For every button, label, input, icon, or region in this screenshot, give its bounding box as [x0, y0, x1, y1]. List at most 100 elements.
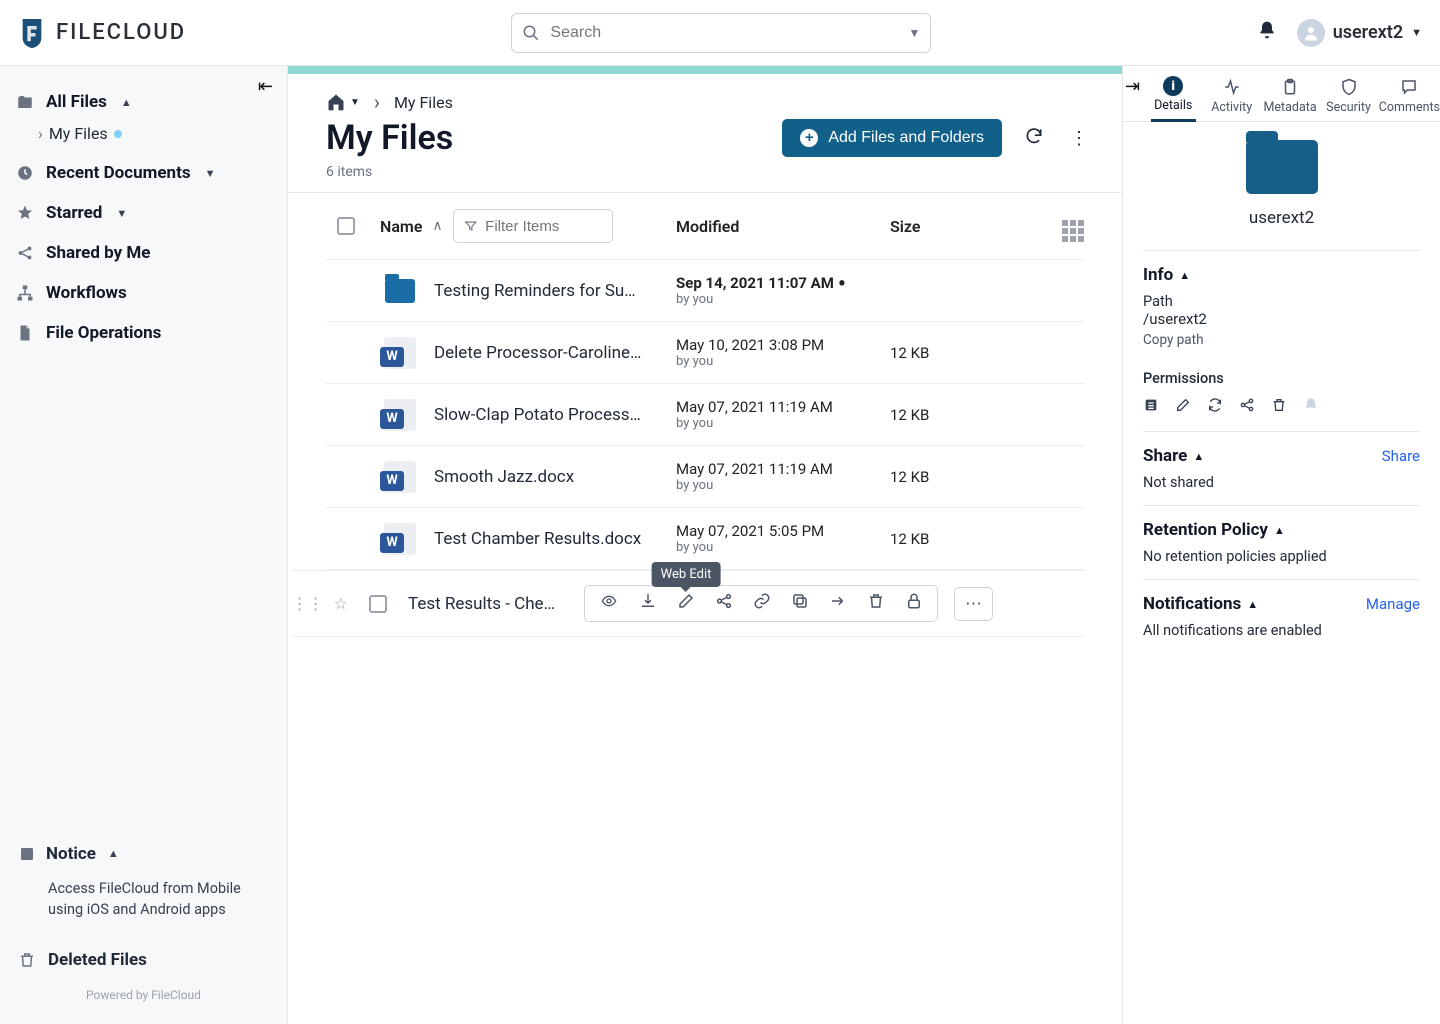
star-icon — [16, 204, 34, 222]
lock-button[interactable] — [905, 592, 923, 615]
select-all-checkbox[interactable] — [337, 217, 355, 235]
word-doc-icon: W — [384, 523, 416, 555]
nav-all-files[interactable]: All Files ▲ — [10, 82, 277, 122]
share-button[interactable] — [715, 592, 733, 615]
nav-workflows[interactable]: Workflows — [10, 273, 277, 313]
search-icon — [522, 24, 540, 42]
search-input[interactable] — [540, 24, 908, 42]
nav-starred[interactable]: Starred ▼ — [10, 193, 277, 233]
web-edit-button[interactable]: Web Edit — [677, 592, 695, 615]
sync-dot-icon — [114, 130, 122, 138]
tab-security[interactable]: Security — [1320, 72, 1376, 121]
breadcrumb-home[interactable]: ▼ — [326, 92, 360, 112]
filter-input[interactable] — [485, 218, 602, 235]
file-name[interactable]: Testing Reminders for Su… — [434, 281, 662, 301]
folder-icon — [16, 93, 34, 111]
nav-notice[interactable]: Notice ▲ — [14, 836, 273, 872]
note-icon — [18, 845, 36, 863]
chevron-right-icon: › — [38, 124, 43, 143]
file-size: 12 KB — [890, 468, 1010, 486]
table-row[interactable]: WSlow-Clap Potato Process…May 07, 2021 1… — [326, 383, 1084, 445]
refresh-button[interactable] — [1020, 122, 1048, 155]
share-body: Not shared — [1143, 474, 1420, 491]
nav-recent[interactable]: Recent Documents ▼ — [10, 153, 277, 193]
search-dropdown-caret[interactable]: ▼ — [909, 26, 921, 40]
expand-panel-button[interactable]: ⇥ — [1121, 74, 1144, 99]
page-title: My Files — [326, 118, 453, 158]
nav-file-operations[interactable]: File Operations — [10, 313, 277, 353]
table-row-hovered[interactable]: ⋮⋮ ☆ Test Results - Chel… Web Edit — [292, 570, 1084, 637]
user-menu[interactable]: userext2 ▼ — [1297, 19, 1422, 47]
progress-bar — [288, 66, 1122, 74]
col-size[interactable]: Size — [890, 217, 1010, 236]
row-checkbox[interactable] — [369, 595, 387, 613]
nav-my-files[interactable]: › My Files — [10, 124, 277, 143]
tab-details[interactable]: iDetails — [1145, 72, 1201, 121]
brand-logo[interactable]: FILECLOUD — [18, 16, 186, 50]
file-name[interactable]: Test Chamber Results.docx — [434, 529, 662, 549]
share-icon — [16, 244, 34, 262]
grid-view-toggle[interactable] — [1024, 211, 1084, 242]
col-modified[interactable]: Modified — [676, 217, 876, 236]
star-outline-icon[interactable]: ☆ — [334, 594, 348, 613]
add-files-button[interactable]: + Add Files and Folders — [782, 119, 1002, 157]
chevron-right-icon: › — [374, 90, 380, 114]
collapse-sidebar-button[interactable]: ⇤ — [252, 74, 279, 99]
tab-metadata[interactable]: Metadata — [1262, 72, 1318, 121]
clock-icon — [16, 164, 34, 182]
file-name[interactable]: Delete Processor-Caroline… — [434, 343, 662, 363]
sitemap-icon — [16, 284, 34, 302]
more-icon: ⋯ — [965, 594, 982, 614]
tab-activity[interactable]: Activity — [1203, 72, 1259, 121]
breadcrumb-current[interactable]: My Files — [394, 93, 453, 112]
table-row[interactable]: WDelete Processor-Caroline…May 10, 2021 … — [326, 321, 1084, 383]
notice-body: Access FileCloud from Mobile using iOS a… — [14, 872, 273, 940]
table-row[interactable]: Testing Reminders for Su…Sep 14, 2021 11… — [326, 259, 1084, 321]
bell-icon[interactable] — [1257, 20, 1277, 45]
plus-icon: + — [800, 129, 818, 147]
caret-up-icon[interactable]: ▲ — [1193, 450, 1204, 463]
file-name[interactable]: Test Results - Chel… — [408, 594, 568, 614]
copy-path[interactable]: Copy path — [1143, 332, 1420, 348]
col-name[interactable]: Name — [380, 217, 422, 236]
drag-handle-icon[interactable]: ⋮⋮ — [292, 594, 324, 613]
sort-asc-icon[interactable]: ∧ — [432, 218, 442, 234]
folder-preview-icon — [1246, 140, 1318, 194]
detail-tabs: iDetails Activity Metadata Security Comm… — [1123, 66, 1440, 122]
tab-comments[interactable]: Comments — [1379, 72, 1440, 121]
table-row[interactable]: WSmooth Jazz.docxMay 07, 2021 11:19 AMby… — [326, 445, 1084, 507]
table-row[interactable]: WTest Chamber Results.docxMay 07, 2021 5… — [326, 507, 1084, 570]
row-action-toolbar: Web Edit — [584, 585, 938, 622]
search-box[interactable]: ▼ — [511, 13, 931, 53]
caret-up-icon[interactable]: ▲ — [1179, 269, 1190, 282]
share-action[interactable]: Share — [1382, 447, 1420, 465]
caret-up-icon[interactable]: ▲ — [1247, 598, 1258, 611]
nav-deleted[interactable]: Deleted Files — [14, 939, 273, 980]
breadcrumb: ▼ › My Files — [288, 74, 1122, 116]
filter-box[interactable] — [453, 209, 613, 243]
move-button[interactable] — [829, 592, 847, 615]
link-button[interactable] — [753, 592, 771, 615]
download-button[interactable] — [639, 592, 657, 615]
sidebar: ⇤ All Files ▲ › My Files Recent Document… — [0, 66, 288, 1024]
caret-down-icon: ▼ — [116, 207, 127, 220]
clipboard-icon — [1281, 76, 1299, 98]
copy-button[interactable] — [791, 592, 809, 615]
word-doc-icon: W — [384, 461, 416, 493]
filter-icon — [464, 218, 478, 234]
caret-up-icon[interactable]: ▲ — [1274, 524, 1285, 537]
perm-edit-icon — [1175, 397, 1191, 417]
row-more-button[interactable]: ⋯ — [954, 587, 993, 621]
topbar: FILECLOUD ▼ userext2 ▼ — [0, 0, 1440, 66]
preview-button[interactable] — [599, 593, 619, 614]
more-button[interactable]: ⋮ — [1066, 124, 1092, 153]
powered-by: Powered by FileCloud — [14, 980, 273, 1010]
caret-up-icon: ▲ — [121, 96, 132, 109]
file-name[interactable]: Slow-Clap Potato Process… — [434, 405, 662, 425]
retention-body: No retention policies applied — [1143, 548, 1420, 565]
nav-shared[interactable]: Shared by Me — [10, 233, 277, 273]
manage-action[interactable]: Manage — [1366, 595, 1420, 613]
delete-button[interactable] — [867, 592, 885, 615]
file-name[interactable]: Smooth Jazz.docx — [434, 467, 662, 487]
comment-icon — [1399, 76, 1419, 98]
